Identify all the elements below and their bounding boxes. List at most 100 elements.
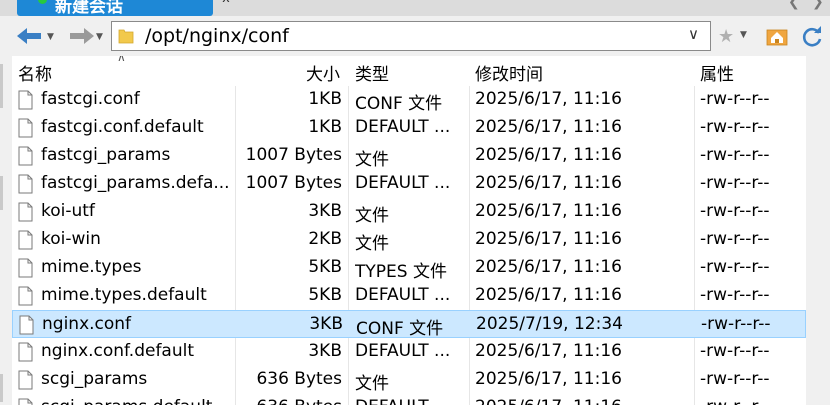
file-modified: 2025/6/17, 11:16 xyxy=(475,117,622,137)
file-name: scgi_params xyxy=(41,369,148,389)
file-attributes: -rw-r--r-- xyxy=(700,285,770,305)
file-type: DEFAULT ... xyxy=(355,173,451,193)
file-size: 3KB xyxy=(309,314,343,334)
file-type: DEFAULT ... xyxy=(355,341,451,361)
file-row[interactable]: koi-win 2KB 文件 2025/6/17, 11:16 -rw-r--r-- xyxy=(12,226,806,254)
file-icon xyxy=(18,286,33,306)
tab-scroll-right-icon[interactable]: ❯ xyxy=(812,0,824,10)
file-row[interactable]: fastcgi.conf 1KB CONF 文件 2025/6/17, 11:16 -r… xyxy=(12,86,806,114)
connection-status-dot-icon xyxy=(38,0,47,4)
file-icon xyxy=(18,174,33,194)
column-header-modified[interactable]: 修改时间 xyxy=(475,60,543,85)
file-modified: 2025/6/17, 11:16 xyxy=(475,145,622,165)
column-header-type[interactable]: 类型 xyxy=(355,60,389,85)
file-icon xyxy=(18,90,33,110)
file-name: koi-win xyxy=(41,229,101,249)
path-bar[interactable]: /opt/nginx/conf ∨ xyxy=(111,21,711,51)
file-attributes: -rw-r--r-- xyxy=(700,341,770,361)
file-attributes: -rw-r--r-- xyxy=(700,117,770,137)
file-size: 3KB xyxy=(308,201,342,221)
file-modified: 2025/6/17, 11:16 xyxy=(475,285,622,305)
file-row[interactable]: mime.types.default 5KB DEFAULT ... 2025/6/1… xyxy=(12,282,806,310)
file-size: 1KB xyxy=(308,117,342,137)
home-folder-icon[interactable] xyxy=(766,25,788,47)
file-name: mime.types xyxy=(41,257,142,277)
file-type: CONF 文件 xyxy=(355,94,443,114)
file-attributes: -rw-r--r-- xyxy=(700,257,770,277)
forward-history-dropdown-icon[interactable]: ▼ xyxy=(96,32,103,42)
file-list: ∧ 名称 大小 类型 修改时间 属性 fastcgi.conf 1KB CONF 文… xyxy=(12,56,806,405)
back-history-dropdown-icon[interactable]: ▼ xyxy=(47,32,54,42)
session-tab-title: 新建会话 xyxy=(55,0,123,17)
star-icon[interactable]: ★ xyxy=(718,26,734,47)
file-icon xyxy=(18,258,33,278)
file-attributes: -rw-r--r-- xyxy=(700,397,800,405)
file-icon xyxy=(18,398,33,405)
file-icon xyxy=(18,146,33,166)
path-input[interactable]: /opt/nginx/conf xyxy=(145,25,289,47)
file-icon xyxy=(18,342,33,362)
column-header-size[interactable]: 大小 xyxy=(306,60,340,85)
left-pane-edge xyxy=(0,56,12,405)
file-list-header: ∧ 名称 大小 类型 修改时间 属性 xyxy=(12,56,806,86)
file-size: 636 Bytes xyxy=(236,397,342,405)
file-type: 文件 xyxy=(355,234,389,254)
file-name: nginx.conf xyxy=(42,314,132,334)
column-header-attributes[interactable]: 属性 xyxy=(700,60,734,85)
file-name: koi-utf xyxy=(41,201,95,221)
file-icon xyxy=(18,370,33,390)
file-row[interactable]: nginx.conf.default 3KB DEFAULT ... 2025/6/1… xyxy=(12,338,806,366)
file-modified: 2025/7/19, 12:34 xyxy=(476,314,623,334)
file-name: nginx.conf.default xyxy=(41,341,195,361)
file-icon xyxy=(19,315,34,335)
file-size: 3KB xyxy=(308,341,342,361)
file-size: 2KB xyxy=(308,229,342,249)
refresh-icon[interactable] xyxy=(800,25,824,49)
file-row[interactable]: koi-utf 3KB 文件 2025/6/17, 11:16 -rw-r--r-- xyxy=(12,198,806,226)
file-modified: 2025/6/17, 11:16 xyxy=(475,173,622,193)
file-type: CONF 文件 xyxy=(356,319,444,339)
file-attributes: -rw-r--r-- xyxy=(700,229,770,249)
path-dropdown-chevron-icon[interactable]: ∨ xyxy=(688,25,699,43)
file-modified: 2025/6/17, 11:16 xyxy=(475,369,622,389)
vertical-scrollbar-track[interactable] xyxy=(806,56,830,405)
file-size: 5KB xyxy=(308,257,342,277)
file-icon xyxy=(18,118,33,138)
file-row[interactable]: scgi_params 636 Bytes 文件 2025/6/17, 11:16 -r… xyxy=(12,366,806,394)
file-modified: 2025/6/17, 11:16 xyxy=(475,341,622,361)
file-attributes: -rw-r--r-- xyxy=(701,314,771,334)
favorites-dropdown-icon[interactable]: ▼ xyxy=(740,30,747,40)
file-type: DEFAULT ... xyxy=(355,117,451,137)
file-modified: 2025/6/17, 11:16 xyxy=(475,89,622,109)
file-modified: 2025/6/17, 11:16 xyxy=(475,229,622,249)
session-tab[interactable]: 新建会话 x xyxy=(17,0,230,17)
file-row[interactable]: scgi_params.default636 Bytes DEFAULT ... 2… xyxy=(12,394,806,405)
file-size: 1KB xyxy=(308,89,342,109)
forward-arrow-icon[interactable] xyxy=(66,26,96,46)
file-row[interactable]: mime.types 5KB TYPES 文件 2025/6/17, 11:16 -rw… xyxy=(12,254,806,282)
file-row[interactable]: fastcgi_params.defa... 1007 Bytes DEFAULT … xyxy=(12,170,806,198)
file-row[interactable]: nginx.conf 3KB CONF 文件 2025/7/19, 12:34 -rw-… xyxy=(12,310,806,339)
file-size: 1007 Bytes xyxy=(245,173,342,193)
file-attributes: -rw-r--r-- xyxy=(700,201,770,221)
file-modified: 2025/6/17, 11:16 xyxy=(475,397,691,405)
file-row[interactable]: fastcgi.conf.default 1KB DEFAULT ... 2025/6… xyxy=(12,114,806,142)
file-row[interactable]: fastcgi_params 1007 Bytes 文件 2025/6/17, 11:… xyxy=(12,142,806,170)
column-header-name[interactable]: 名称 xyxy=(18,60,52,85)
tab-scroll-left-icon[interactable]: ❮ xyxy=(788,0,800,10)
file-name: fastcgi_params xyxy=(41,145,171,165)
file-size: 5KB xyxy=(308,285,342,305)
file-icon xyxy=(18,202,33,222)
file-type: TYPES 文件 xyxy=(355,262,447,282)
close-tab-icon[interactable]: x xyxy=(219,0,233,7)
file-type: 文件 xyxy=(355,206,389,226)
session-tab-strip: 新建会话 x ❮ ❯ xyxy=(0,0,830,17)
file-type: DEFAULT ... xyxy=(355,285,451,305)
back-arrow-icon[interactable] xyxy=(15,26,45,46)
file-modified: 2025/6/17, 11:16 xyxy=(475,201,622,221)
file-name: fastcgi_params.defa... xyxy=(41,173,230,193)
file-modified: 2025/6/17, 11:16 xyxy=(475,257,622,277)
file-attributes: -rw-r--r-- xyxy=(700,369,770,389)
file-name: mime.types.default xyxy=(41,285,207,305)
sort-ascending-icon: ∧ xyxy=(117,56,126,64)
